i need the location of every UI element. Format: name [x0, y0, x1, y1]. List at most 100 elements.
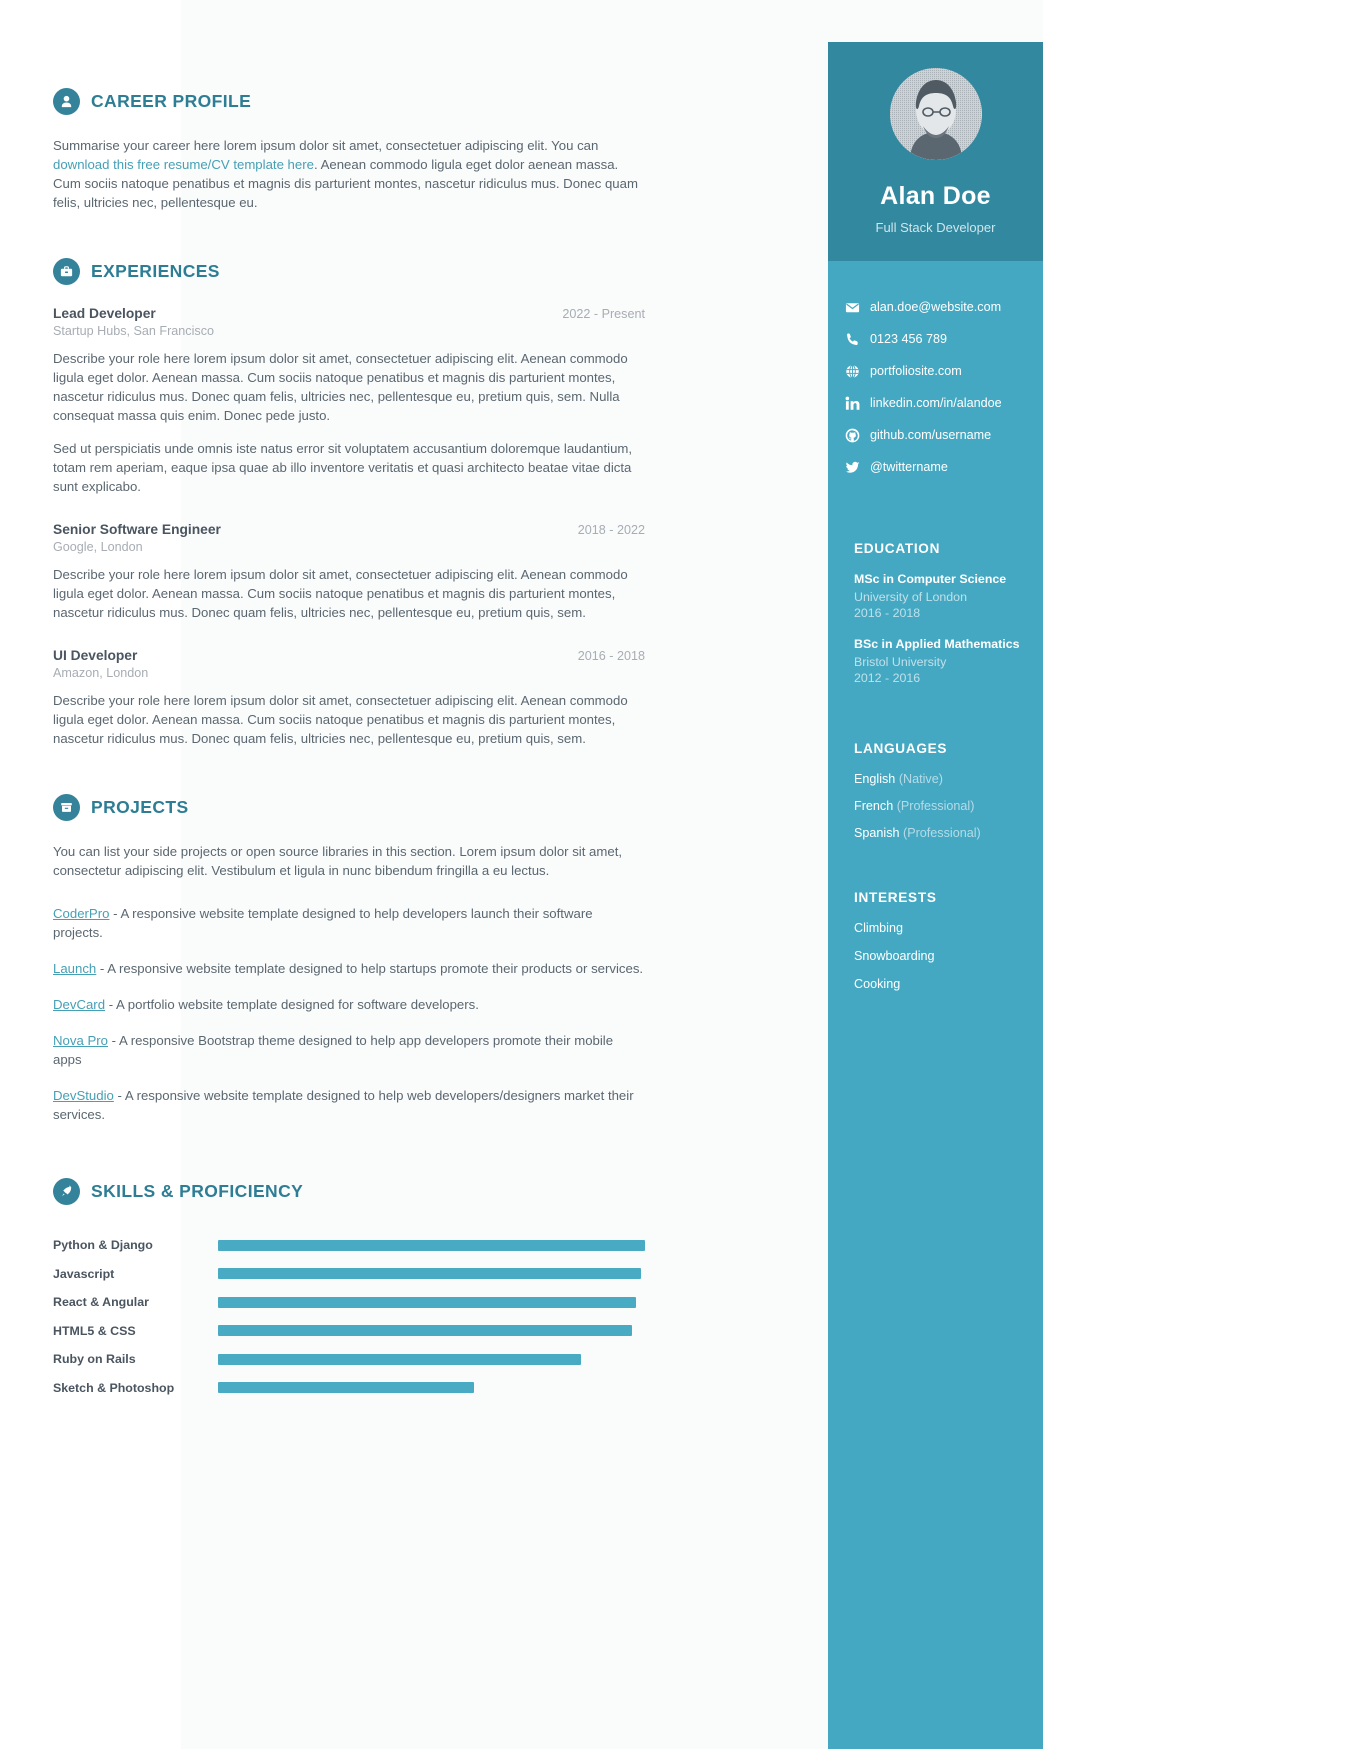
- skills-header: SKILLS & PROFICIENCY: [53, 1178, 645, 1205]
- skill-label: Javascript: [53, 1266, 115, 1281]
- language-name: Spanish: [854, 826, 900, 840]
- phone-icon: [844, 332, 860, 347]
- project-link[interactable]: DevStudio: [53, 1088, 114, 1103]
- contact-text: alan.doe@website.com: [870, 300, 1002, 314]
- education-item: MSc in Computer Science University of Lo…: [854, 572, 1027, 620]
- career-profile-text: Summarise your career here lorem ipsum d…: [53, 136, 645, 212]
- skill-track: [218, 1382, 645, 1394]
- contact-text: 0123 456 789: [870, 332, 948, 346]
- skill-fill: [218, 1268, 641, 1280]
- career-text-part1: Summarise your career here lorem ipsum d…: [53, 138, 599, 153]
- contact-website[interactable]: portfoliosite.com: [844, 355, 1043, 387]
- skill-track: [218, 1353, 645, 1365]
- education-degree: BSc in Applied Mathematics: [854, 637, 1020, 651]
- project-item: Nova Pro - A responsive Bootstrap theme …: [53, 1031, 645, 1069]
- experience-heading-row: Senior Software Engineer 2018 - 2022: [53, 522, 645, 537]
- sidebar-section-languages: LANGUAGES English (Native) French (Profe…: [828, 741, 1043, 840]
- contact-linkedin[interactable]: linkedin.com/in/alandoe: [844, 387, 1043, 419]
- education-title: EDUCATION: [854, 541, 941, 556]
- sidebar-section-education: EDUCATION MSc in Computer Science Univer…: [828, 541, 1043, 685]
- job-title: Senior Software Engineer: [53, 522, 221, 537]
- skill-fill: [218, 1382, 475, 1394]
- interest-item: Climbing: [854, 921, 903, 935]
- skill-row: Python & Django: [53, 1231, 645, 1260]
- section-title: CAREER PROFILE: [91, 91, 252, 111]
- profile-role: Full Stack Developer: [875, 220, 996, 235]
- project-description: - A responsive website template designed…: [96, 961, 644, 976]
- contact-text: portfoliosite.com: [870, 364, 962, 378]
- skill-track: [218, 1296, 645, 1308]
- job-date: 2022 - Present: [562, 307, 645, 321]
- skill-label: Sketch & Photoshop: [53, 1380, 175, 1395]
- section-career-profile: CAREER PROFILE Summarise your career her…: [53, 88, 645, 212]
- education-years: 2016 - 2018: [854, 606, 921, 620]
- briefcase-icon: [53, 258, 80, 285]
- skill-label: HTML5 & CSS: [53, 1323, 136, 1338]
- education-degree: MSc in Computer Science: [854, 572, 1007, 586]
- job-date: 2016 - 2018: [577, 649, 645, 663]
- job-description: Describe your role here lorem ipsum dolo…: [53, 351, 628, 423]
- experience-item: UI Developer 2016 - 2018 Amazon, London …: [53, 648, 645, 748]
- language-item: Spanish (Professional): [854, 826, 1027, 840]
- skill-row: React & Angular: [53, 1288, 645, 1317]
- skill-track: [218, 1325, 645, 1337]
- contact-list: alan.doe@website.com 0123 456 789 portfo…: [828, 283, 1043, 499]
- skill-label: React & Angular: [53, 1295, 149, 1310]
- project-item: Launch - A responsive website template d…: [53, 959, 645, 978]
- language-name: English: [854, 772, 896, 786]
- project-description: - A responsive website template designed…: [53, 1088, 634, 1122]
- job-description: Describe your role here lorem ipsum dolo…: [53, 567, 628, 620]
- resume-page: CAREER PROFILE Summarise your career her…: [0, 0, 1366, 1749]
- archive-icon: [53, 794, 80, 821]
- project-description: - A portfolio website template designed …: [105, 997, 479, 1012]
- skill-row: Sketch & Photoshop: [53, 1374, 645, 1403]
- job-date: 2018 - 2022: [577, 523, 645, 537]
- project-link[interactable]: Nova Pro: [53, 1033, 108, 1048]
- job-title: UI Developer: [53, 648, 138, 663]
- language-item: French (Professional): [854, 799, 1027, 813]
- project-link[interactable]: Launch: [53, 961, 96, 976]
- project-item: DevCard - A portfolio website template d…: [53, 995, 645, 1014]
- section-projects: PROJECTS You can list your side projects…: [53, 794, 645, 1124]
- contact-phone[interactable]: 0123 456 789: [844, 323, 1043, 355]
- experiences-header: EXPERIENCES: [53, 258, 645, 285]
- contact-text: linkedin.com/in/alandoe: [870, 396, 1002, 410]
- project-item: CoderPro - A responsive website template…: [53, 904, 645, 942]
- contact-text: @twittername: [870, 460, 948, 474]
- language-item: English (Native): [854, 772, 1027, 786]
- contact-twitter[interactable]: @twittername: [844, 451, 1043, 483]
- job-company: Google, London: [53, 540, 143, 554]
- interests-title: INTERESTS: [854, 890, 937, 905]
- skill-row: HTML5 & CSS: [53, 1317, 645, 1346]
- project-link[interactable]: DevCard: [53, 997, 105, 1012]
- github-icon: [844, 428, 860, 443]
- experience-heading-row: UI Developer 2016 - 2018: [53, 648, 645, 663]
- education-school: Bristol University: [854, 655, 947, 669]
- project-link[interactable]: CoderPro: [53, 906, 109, 921]
- envelope-icon: [844, 300, 860, 315]
- education-years: 2012 - 2016: [854, 671, 921, 685]
- template-download-link[interactable]: download this free resume/CV template he…: [53, 157, 314, 172]
- contact-text: github.com/username: [870, 428, 992, 442]
- interest-item: Cooking: [854, 977, 901, 991]
- experience-heading-row: Lead Developer 2022 - Present: [53, 306, 645, 321]
- skill-label: Python & Django: [53, 1238, 153, 1253]
- job-title: Lead Developer: [53, 306, 156, 321]
- twitter-icon: [844, 460, 860, 475]
- section-experiences: EXPERIENCES Lead Developer 2022 - Presen…: [53, 258, 645, 748]
- language-name: French: [854, 799, 894, 813]
- contact-email[interactable]: alan.doe@website.com: [844, 291, 1043, 323]
- languages-title: LANGUAGES: [854, 741, 948, 756]
- education-school: University of London: [854, 590, 967, 604]
- experience-item: Senior Software Engineer 2018 - 2022 Goo…: [53, 522, 645, 622]
- section-title: SKILLS & PROFICIENCY: [91, 1181, 304, 1201]
- rocket-icon: [53, 1178, 80, 1205]
- contact-github[interactable]: github.com/username: [844, 419, 1043, 451]
- skill-track: [218, 1239, 645, 1251]
- skill-fill: [218, 1353, 581, 1365]
- user-icon: [53, 88, 80, 115]
- skill-fill: [218, 1239, 645, 1251]
- skill-fill: [218, 1296, 637, 1308]
- section-title: EXPERIENCES: [91, 261, 220, 281]
- language-level: (Professional): [903, 826, 981, 840]
